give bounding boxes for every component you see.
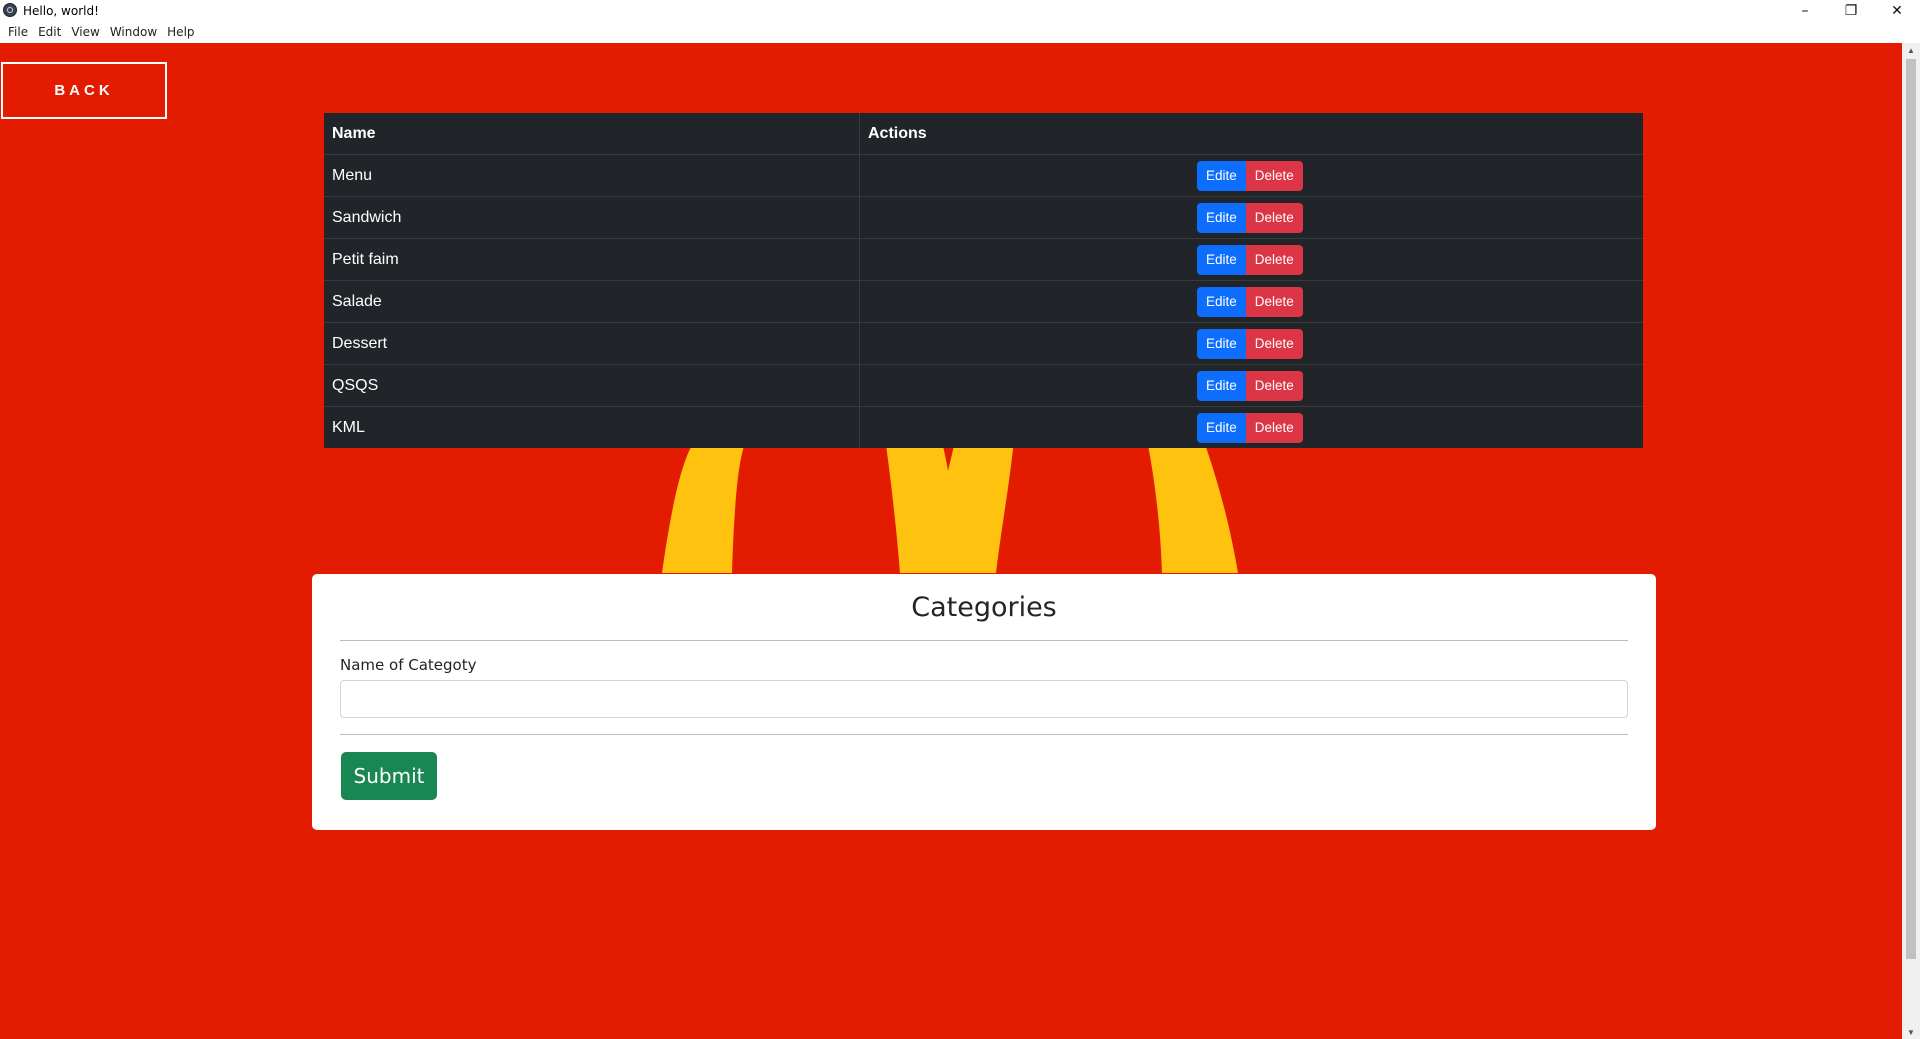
menu-view[interactable]: View xyxy=(66,25,104,39)
row-actions: Edite Delete xyxy=(859,280,1643,323)
edit-button[interactable]: Edite xyxy=(1197,286,1246,317)
scrollbar-thumb[interactable] xyxy=(1906,59,1916,959)
row-actions: Edite Delete xyxy=(859,364,1643,407)
edit-button[interactable]: Edite xyxy=(1197,160,1246,191)
row-name: Sandwich xyxy=(324,196,860,239)
table-row: Petit faim Edite Delete xyxy=(324,238,1643,281)
category-name-input[interactable] xyxy=(340,680,1628,718)
row-name: Petit faim xyxy=(324,238,860,281)
category-form-card: Categories Name of Categoty Submit xyxy=(312,574,1656,830)
action-button-group: Edite Delete xyxy=(1197,370,1643,401)
categories-table: Name Actions Menu Edite Delete Sandwich xyxy=(324,113,1643,448)
menu-edit[interactable]: Edit xyxy=(33,25,66,39)
restore-button[interactable]: ❐ xyxy=(1828,0,1874,22)
edit-button[interactable]: Edite xyxy=(1197,328,1246,359)
delete-button[interactable]: Delete xyxy=(1245,370,1303,401)
submit-button[interactable]: Submit xyxy=(341,752,437,800)
column-header-actions: Actions xyxy=(868,124,927,142)
delete-button[interactable]: Delete xyxy=(1245,160,1303,191)
table-row: Menu Edite Delete xyxy=(324,154,1643,197)
scroll-down-arrow-icon[interactable]: ▼ xyxy=(1902,1025,1920,1039)
category-name-label: Name of Categoty xyxy=(340,656,477,674)
row-name: Salade xyxy=(324,280,860,323)
menu-window[interactable]: Window xyxy=(105,25,162,39)
delete-button[interactable]: Delete xyxy=(1245,244,1303,275)
row-actions: Edite Delete xyxy=(859,196,1643,239)
row-actions: Edite Delete xyxy=(859,238,1643,281)
delete-button[interactable]: Delete xyxy=(1245,328,1303,359)
edit-button[interactable]: Edite xyxy=(1197,244,1246,275)
delete-button[interactable]: Delete xyxy=(1245,202,1303,233)
window-controls: – ❐ ✕ xyxy=(1782,0,1920,22)
action-button-group: Edite Delete xyxy=(1197,160,1643,191)
close-button[interactable]: ✕ xyxy=(1874,0,1920,22)
edit-button[interactable]: Edite xyxy=(1197,370,1246,401)
table-row: QSQS Edite Delete xyxy=(324,364,1643,407)
table-header-row: Name Actions xyxy=(324,113,1643,155)
edit-button[interactable]: Edite xyxy=(1197,202,1246,233)
divider xyxy=(340,640,1628,641)
table-row: Salade Edite Delete xyxy=(324,280,1643,323)
table-row: Sandwich Edite Delete xyxy=(324,196,1643,239)
row-name: KML xyxy=(324,406,860,448)
action-button-group: Edite Delete xyxy=(1197,328,1643,359)
menu-bar: File Edit View Window Help xyxy=(0,22,1920,42)
action-button-group: Edite Delete xyxy=(1197,244,1643,275)
minimize-button[interactable]: – xyxy=(1782,0,1828,22)
divider xyxy=(340,734,1628,735)
row-actions: Edite Delete xyxy=(859,154,1643,197)
title-bar: Hello, world! – ❐ ✕ xyxy=(0,0,1920,22)
row-name: QSQS xyxy=(324,364,860,407)
action-button-group: Edite Delete xyxy=(1197,412,1643,443)
delete-button[interactable]: Delete xyxy=(1245,412,1303,443)
edit-button[interactable]: Edite xyxy=(1197,412,1246,443)
table-row: Dessert Edite Delete xyxy=(324,322,1643,365)
menu-help[interactable]: Help xyxy=(162,25,199,39)
table-row: KML Edite Delete xyxy=(324,406,1643,448)
row-actions: Edite Delete xyxy=(859,406,1643,448)
scroll-up-arrow-icon[interactable]: ▲ xyxy=(1902,43,1920,57)
row-name: Dessert xyxy=(324,322,860,365)
row-name: Menu xyxy=(324,154,860,197)
back-button[interactable]: BACK xyxy=(1,62,167,119)
row-actions: Edite Delete xyxy=(859,322,1643,365)
column-header-name: Name xyxy=(324,113,860,155)
window-title: Hello, world! xyxy=(23,4,99,18)
menu-file[interactable]: File xyxy=(3,25,33,39)
page-content: BACK Name Actions Menu Edite Delete Sand… xyxy=(0,43,1902,1039)
delete-button[interactable]: Delete xyxy=(1245,286,1303,317)
form-title: Categories xyxy=(911,592,1057,623)
action-button-group: Edite Delete xyxy=(1197,286,1643,317)
action-button-group: Edite Delete xyxy=(1197,202,1643,233)
vertical-scrollbar[interactable]: ▲ ▼ xyxy=(1902,43,1920,1039)
app-icon xyxy=(3,3,17,17)
